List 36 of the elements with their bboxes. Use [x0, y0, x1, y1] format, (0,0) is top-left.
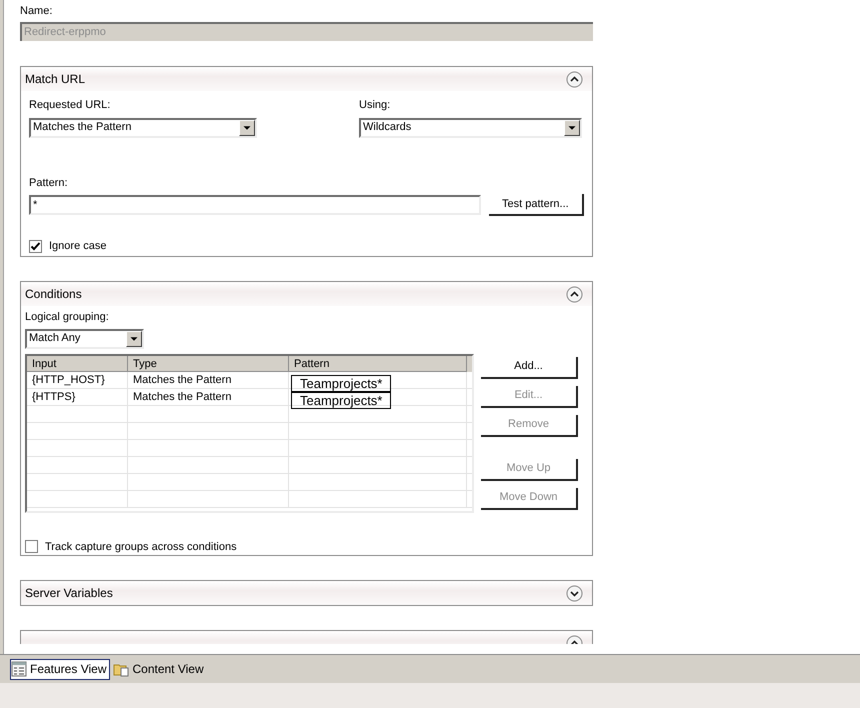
collapse-icon[interactable] — [566, 286, 583, 302]
pattern-cell: Teamprojects* — [291, 374, 392, 392]
column-header[interactable]: Type — [128, 356, 289, 372]
checkbox[interactable] — [29, 240, 42, 253]
column-header[interactable]: Pattern — [289, 356, 467, 372]
panel-header[interactable]: Conditions — [21, 282, 592, 306]
list-view-icon — [11, 661, 27, 677]
field-label: Requested URL: — [29, 98, 112, 113]
table-cell: {HTTP_HOST} — [27, 372, 128, 388]
column-header[interactable]: Input — [27, 356, 128, 372]
table-cell: {HTTPS} — [27, 388, 128, 404]
field-label: Logical grouping: — [25, 310, 110, 325]
view-tab[interactable]: Features View — [10, 658, 110, 680]
view-tab[interactable]: Content View — [112, 658, 208, 680]
logical-grouping-dropdown[interactable]: Match Any — [25, 328, 144, 348]
checkbox-label: Ignore case — [49, 239, 106, 254]
panel-header[interactable]: Server Variables — [21, 581, 592, 605]
using-dropdown[interactable]: Wildcards — [359, 118, 582, 138]
field-label: Pattern: — [29, 176, 69, 190]
panel-header[interactable]: Match URL — [21, 67, 592, 91]
expand-icon[interactable] — [566, 584, 583, 602]
panel-title: Conditions — [25, 286, 82, 303]
checkbox[interactable] — [25, 540, 38, 554]
panel-title: Server Variables — [25, 585, 113, 602]
field-label: Using: — [359, 98, 392, 113]
table-cell: Matches the Pattern — [128, 388, 289, 404]
field-label: Name: — [20, 5, 54, 18]
table-cell: Matches the Pattern — [128, 372, 289, 388]
checkbox-label: Track capture groups across conditions — [45, 540, 237, 554]
pattern-field[interactable]: * — [29, 195, 481, 215]
action-button[interactable]: Add... — [481, 356, 578, 378]
pattern-cell: Teamprojects* — [291, 392, 392, 408]
panel-title: Match URL — [25, 71, 86, 88]
requested-url-dropdown[interactable]: Matches the Pattern — [29, 118, 257, 138]
collapse-icon[interactable] — [566, 70, 583, 88]
action-button[interactable]: Test pattern... — [488, 194, 584, 216]
